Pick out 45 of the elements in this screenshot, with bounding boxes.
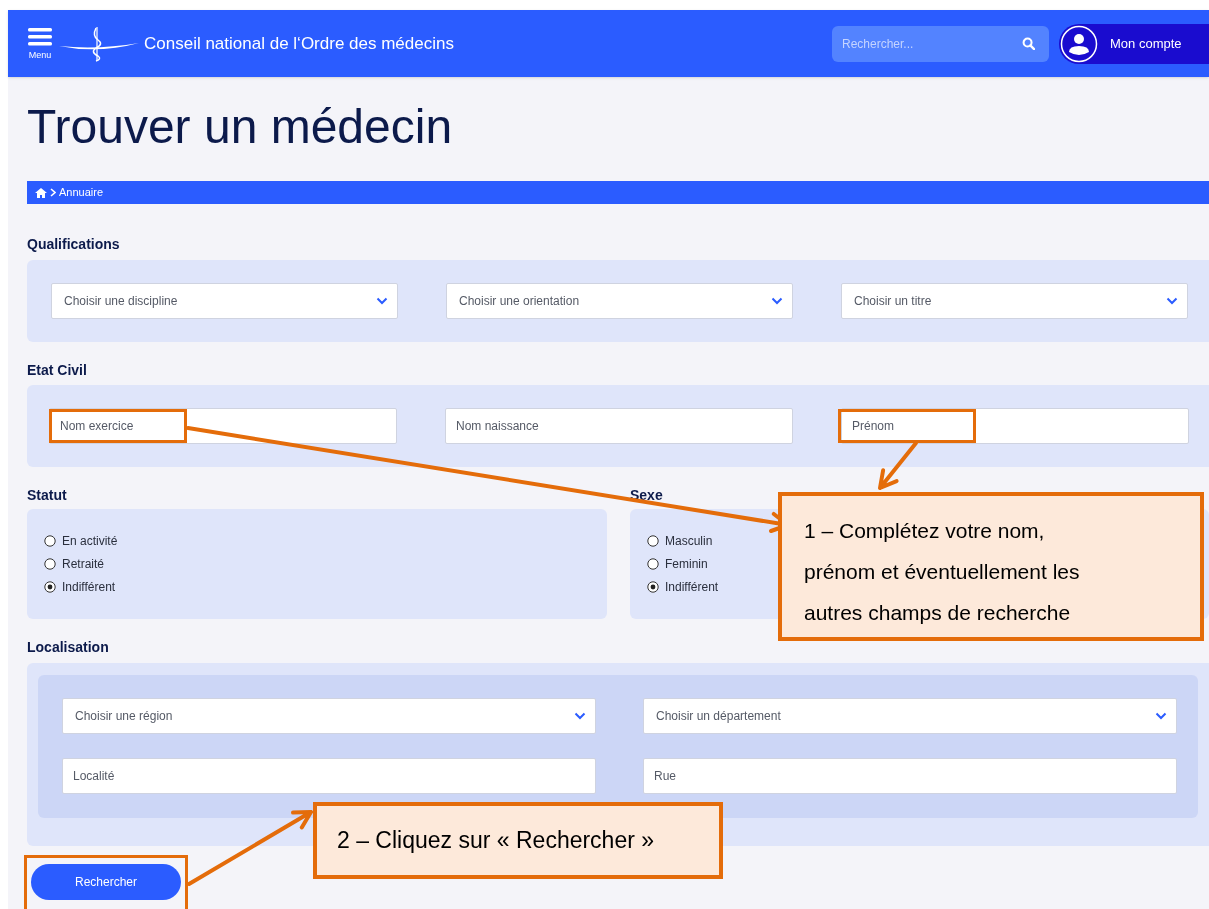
radio-option[interactable]: Indifférent	[44, 578, 116, 596]
radio-button[interactable]	[647, 581, 659, 593]
breadcrumb-link[interactable]: Annuaire	[59, 184, 104, 201]
callout-note: 2 – Cliquez sur « Rechercher »	[313, 802, 723, 879]
input-field[interactable]: Rue	[643, 758, 1177, 794]
section-heading: Statut	[27, 486, 68, 505]
section-heading: Etat Civil	[27, 361, 88, 380]
chevron-down-icon	[771, 297, 783, 305]
radio-option[interactable]: En activité	[44, 532, 118, 550]
callout-note: 1 – Complétez votre nom, prénom et éventuellement les autres champs de recherche	[778, 492, 1204, 641]
dropdown[interactable]: Choisir un titre	[841, 283, 1188, 319]
radio-button[interactable]	[647, 558, 659, 570]
dropdown[interactable]: Choisir un département	[643, 698, 1177, 734]
radio-button[interactable]	[44, 558, 56, 570]
arrow	[878, 441, 918, 490]
page-title: Trouver un médecin	[27, 103, 454, 155]
user-avatar-icon	[1060, 24, 1098, 63]
dropdown[interactable]: Choisir une orientation	[446, 283, 793, 319]
home-icon[interactable]	[35, 187, 47, 198]
chevron-down-icon	[574, 712, 586, 720]
radio-option[interactable]: Retraité	[44, 555, 105, 573]
input-field[interactable]: Prénom	[841, 408, 1189, 444]
chevron-down-icon	[376, 297, 388, 305]
menu-icon	[28, 27, 52, 47]
section-heading: Qualifications	[27, 235, 121, 254]
section-heading: Localisation	[27, 638, 110, 657]
radio-button[interactable]	[647, 535, 659, 547]
chevron-right-icon	[50, 188, 56, 197]
search-button[interactable]: Rechercher	[31, 864, 181, 900]
radio-button[interactable]	[44, 581, 56, 593]
chevron-down-icon	[1166, 297, 1178, 305]
search-field[interactable]: Rechercher...	[832, 25, 1049, 62]
search-icon[interactable]	[1022, 36, 1035, 50]
radio-option[interactable]: Feminin	[647, 555, 708, 573]
chevron-down-icon	[1155, 712, 1167, 720]
site-title[interactable]: Conseil national de l‘Ordre des médecins	[144, 30, 454, 57]
account-button[interactable]: Mon compte	[1059, 23, 1209, 64]
radio-option[interactable]: Masculin	[647, 532, 713, 550]
radio-option[interactable]: Indifférent	[647, 578, 719, 596]
input-field[interactable]: Localité	[62, 758, 596, 794]
menu-button[interactable]: Menu	[28, 27, 52, 60]
radio-button[interactable]	[44, 535, 56, 547]
dropdown[interactable]: Choisir une discipline	[51, 283, 398, 319]
input-field[interactable]: Nom naissance	[445, 408, 793, 444]
dropdown[interactable]: Choisir une région	[62, 698, 596, 734]
